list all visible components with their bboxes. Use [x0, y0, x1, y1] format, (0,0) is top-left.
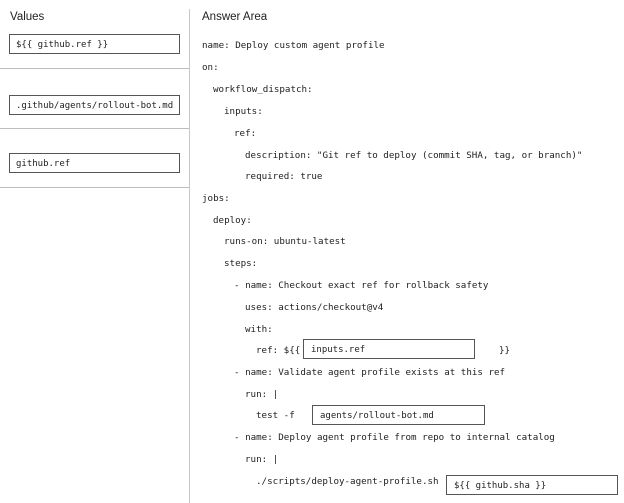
code-line-step3-script: ./scripts/deploy-agent-profile.sh — [256, 476, 439, 487]
code-line-step1-ref-prefix: ref: ${{ — [256, 345, 301, 356]
value-separator — [0, 68, 189, 69]
code-line-step2-name: - name: Validate agent profile exists at… — [234, 367, 506, 378]
code-line-step1-with: with: — [245, 324, 273, 335]
code-line-on: on: — [202, 62, 219, 73]
code-line-steps: steps: — [224, 258, 258, 269]
code-line-description: description: "Git ref to deploy (commit … — [245, 150, 583, 161]
code-line-workflow-dispatch: workflow_dispatch: — [213, 84, 313, 95]
drop-target-test-path[interactable]: agents/rollout-bot.md — [312, 405, 485, 425]
code-line-step1-uses: uses: actions/checkout@v4 — [245, 302, 384, 313]
code-line-step3-run: run: | — [245, 454, 279, 465]
code-line-required: required: true — [245, 171, 323, 182]
code-line-step1-ref-suffix: }} — [499, 345, 511, 356]
drop-target-script-arg[interactable]: ${{ github.sha }} — [446, 475, 618, 495]
value-github-ref[interactable]: github.ref — [9, 153, 180, 173]
value-separator — [0, 128, 189, 129]
code-line-step2-test: test -f — [256, 410, 295, 421]
code-line-step1-name: - name: Checkout exact ref for rollback … — [234, 280, 489, 291]
code-line-ref: ref: — [234, 128, 257, 139]
code-line-inputs: inputs: — [224, 106, 263, 117]
code-line-step3-name: - name: Deploy agent profile from repo t… — [234, 432, 555, 443]
value-github-ref-expression[interactable]: ${{ github.ref }} — [9, 34, 180, 54]
panel-divider — [189, 9, 190, 503]
value-agent-profile-path[interactable]: .github/agents/rollout-bot.md — [9, 95, 180, 115]
code-line-deploy: deploy: — [213, 215, 252, 226]
code-line-step2-run: run: | — [245, 389, 279, 400]
value-separator — [0, 187, 189, 188]
drop-target-checkout-ref[interactable]: inputs.ref — [303, 339, 475, 359]
values-heading: Values — [10, 11, 45, 23]
code-line-runs-on: runs-on: ubuntu-latest — [224, 236, 346, 247]
code-line-jobs: jobs: — [202, 193, 230, 204]
code-line-name: name: Deploy custom agent profile — [202, 40, 385, 51]
answer-area-heading: Answer Area — [202, 11, 268, 23]
